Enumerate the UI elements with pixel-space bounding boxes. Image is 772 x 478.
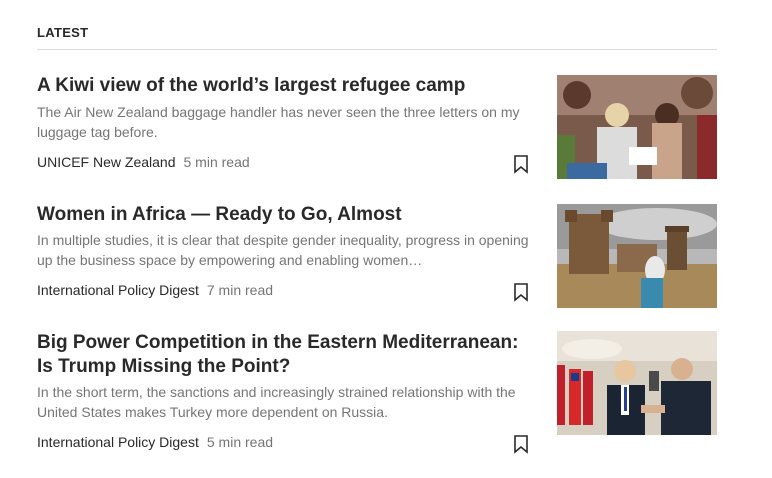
publication-link[interactable]: International Policy Digest xyxy=(37,280,199,300)
bookmark-icon[interactable] xyxy=(512,154,530,174)
article-subtitle: The Air New Zealand baggage handler has … xyxy=(37,104,520,140)
article-thumbnail[interactable] xyxy=(557,331,717,435)
article-title[interactable]: Women in Africa — Ready to Go, Almost xyxy=(37,203,537,227)
read-time: 5 min read xyxy=(206,434,274,450)
article-card: Women in Africa — Ready to Go, Almost In… xyxy=(37,203,717,309)
article-meta: International Policy Digest 7 min read xyxy=(37,280,537,300)
article-meta: International Policy Digest 5 min read xyxy=(37,432,537,452)
publication-link[interactable]: UNICEF New Zealand xyxy=(37,152,176,172)
article-meta: UNICEF New Zealand 5 min read xyxy=(37,152,537,172)
article-subtitle: In multiple studies, it is clear that de… xyxy=(37,232,529,268)
article-thumbnail[interactable] xyxy=(557,75,717,179)
article-card: Big Power Competition in the Eastern Med… xyxy=(37,331,717,459)
section-heading: LATEST xyxy=(37,25,89,40)
read-time: 7 min read xyxy=(206,282,274,298)
article-title[interactable]: A Kiwi view of the world’s largest refug… xyxy=(37,74,537,98)
bookmark-icon[interactable] xyxy=(512,434,530,454)
article-thumbnail[interactable] xyxy=(557,204,717,308)
read-time: 5 min read xyxy=(183,154,250,170)
section-divider xyxy=(37,49,717,50)
article-card: A Kiwi view of the world’s largest refug… xyxy=(37,74,717,180)
publication-link[interactable]: International Policy Digest xyxy=(37,432,199,452)
bookmark-icon[interactable] xyxy=(512,282,530,302)
article-title[interactable]: Big Power Competition in the Eastern Med… xyxy=(37,331,537,379)
article-subtitle: In the short term, the sanctions and inc… xyxy=(37,384,516,420)
